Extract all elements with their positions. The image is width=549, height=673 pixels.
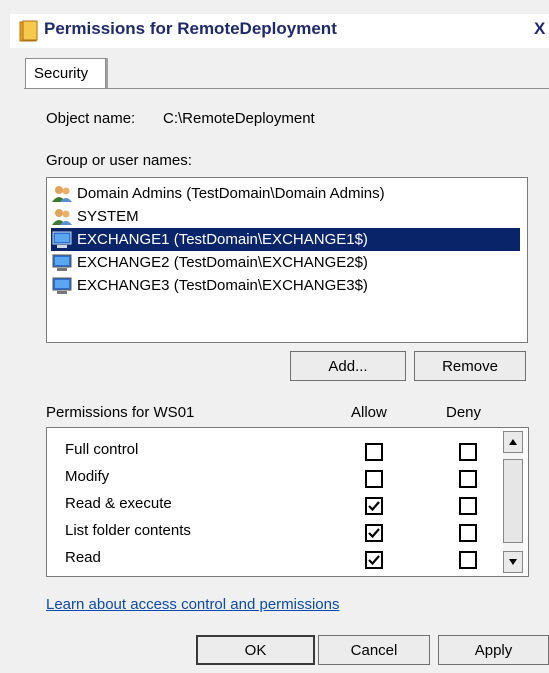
allow-checkbox[interactable]: [365, 524, 383, 542]
allow-checkbox[interactable]: [365, 470, 383, 488]
allow-checkbox[interactable]: [365, 551, 383, 569]
permission-label: Full control: [65, 441, 139, 458]
computer-icon: [51, 231, 73, 249]
allow-header: Allow: [351, 404, 387, 421]
ok-button[interactable]: OK: [196, 635, 315, 665]
list-item-label: EXCHANGE2 (TestDomain\EXCHANGE2$): [77, 254, 368, 271]
folder-icon: [19, 20, 39, 42]
scroll-up-button[interactable]: [503, 431, 523, 453]
window-title: Permissions for RemoteDeployment: [44, 19, 337, 38]
list-item-label: Domain Admins (TestDomain\Domain Admins): [77, 185, 385, 202]
check-icon: [368, 501, 380, 512]
users-listbox[interactable]: Domain Admins (TestDomain\Domain Admins)…: [46, 177, 528, 343]
list-item-label: EXCHANGE1 (TestDomain\EXCHANGE1$): [77, 231, 368, 248]
list-item-label: EXCHANGE3 (TestDomain\EXCHANGE3$): [77, 277, 368, 294]
permissions-list: Full control Modify Read & execute List …: [46, 427, 529, 577]
permission-row: List folder contents: [65, 519, 505, 546]
computer-icon: [51, 277, 73, 295]
permissions-label: Permissions for WS01: [46, 404, 195, 421]
title-bar: Permissions for RemoteDeployment X: [10, 14, 549, 48]
cancel-button[interactable]: Cancel: [318, 635, 430, 665]
object-name-value: C:\RemoteDeployment: [163, 110, 315, 127]
list-item-selected[interactable]: EXCHANGE1 (TestDomain\EXCHANGE1$): [51, 228, 520, 251]
permission-label: Modify: [65, 468, 110, 485]
permission-label: List folder contents: [65, 522, 191, 539]
deny-checkbox[interactable]: [459, 524, 477, 542]
scrollbar-thumb[interactable]: [503, 459, 523, 543]
object-name-label: Object name:: [46, 110, 136, 127]
permission-row: Read: [65, 546, 505, 573]
deny-checkbox[interactable]: [459, 497, 477, 515]
list-item[interactable]: SYSTEM: [51, 205, 520, 228]
permission-row: Read & execute: [65, 492, 505, 519]
allow-checkbox[interactable]: [365, 497, 383, 515]
tab-security[interactable]: Security: [25, 58, 106, 89]
arrow-down-icon: [509, 559, 517, 565]
list-item[interactable]: EXCHANGE3 (TestDomain\EXCHANGE3$): [51, 274, 520, 297]
close-button[interactable]: X: [534, 19, 549, 41]
add-button[interactable]: Add...: [290, 351, 406, 381]
permission-label: Read & execute: [65, 495, 172, 512]
permissions-scrollbar[interactable]: [503, 431, 523, 573]
list-item[interactable]: Domain Admins (TestDomain\Domain Admins): [51, 182, 520, 205]
allow-checkbox[interactable]: [365, 443, 383, 461]
deny-checkbox[interactable]: [459, 470, 477, 488]
computer-icon: [51, 254, 73, 272]
check-icon: [368, 555, 380, 566]
list-item-label: SYSTEM: [77, 208, 139, 225]
arrow-up-icon: [509, 439, 517, 445]
tab-label: Security: [34, 65, 89, 82]
dialog-footer: OK Cancel Apply: [0, 627, 549, 673]
help-link[interactable]: Learn about access control and permissio…: [46, 596, 340, 613]
permission-row: Full control: [65, 438, 505, 465]
remove-button[interactable]: Remove: [414, 351, 526, 381]
deny-checkbox[interactable]: [459, 551, 477, 569]
permission-row: Modify: [65, 465, 505, 492]
users-label: Group or user names:: [46, 152, 192, 169]
scroll-down-button[interactable]: [503, 551, 523, 573]
deny-checkbox[interactable]: [459, 443, 477, 461]
apply-button[interactable]: Apply: [438, 635, 549, 665]
group-icon: [51, 185, 73, 203]
check-icon: [368, 528, 380, 539]
permission-label: Read: [65, 549, 101, 566]
deny-header: Deny: [446, 404, 482, 421]
group-icon: [51, 208, 73, 226]
list-item[interactable]: EXCHANGE2 (TestDomain\EXCHANGE2$): [51, 251, 520, 274]
